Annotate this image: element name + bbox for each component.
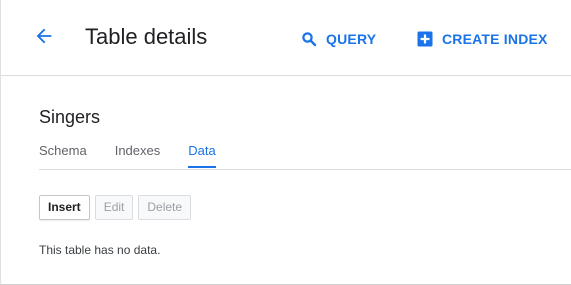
tabs-divider <box>39 169 571 170</box>
query-button[interactable]: QUERY <box>300 28 376 50</box>
page-title: Table details <box>85 24 208 49</box>
insert-button[interactable]: Insert <box>39 195 90 220</box>
tab-data[interactable]: Data <box>188 142 217 170</box>
edit-button[interactable]: Edit <box>94 195 134 220</box>
create-index-label: CREATE INDEX <box>442 31 548 47</box>
table-name-heading: Singers <box>39 107 101 127</box>
create-index-button[interactable]: CREATE INDEX <box>416 28 548 50</box>
empty-table-message: This table has no data. <box>39 243 161 257</box>
back-button[interactable] <box>29 24 59 52</box>
table-details-page: Table details QUERY CREATE INDEX Singers <box>0 0 571 285</box>
delete-button[interactable]: Delete <box>138 195 192 220</box>
arrow-back-icon <box>33 25 55 52</box>
search-icon <box>300 30 318 48</box>
query-label: QUERY <box>326 31 377 47</box>
page-header: Table details QUERY CREATE INDEX <box>1 0 571 76</box>
add-box-icon <box>416 30 434 48</box>
tab-indexes[interactable]: Indexes <box>115 142 161 170</box>
data-action-bar: Insert Edit Delete <box>39 195 196 220</box>
table-tabs: Schema Indexes Data <box>39 142 244 170</box>
tab-schema[interactable]: Schema <box>39 142 87 170</box>
